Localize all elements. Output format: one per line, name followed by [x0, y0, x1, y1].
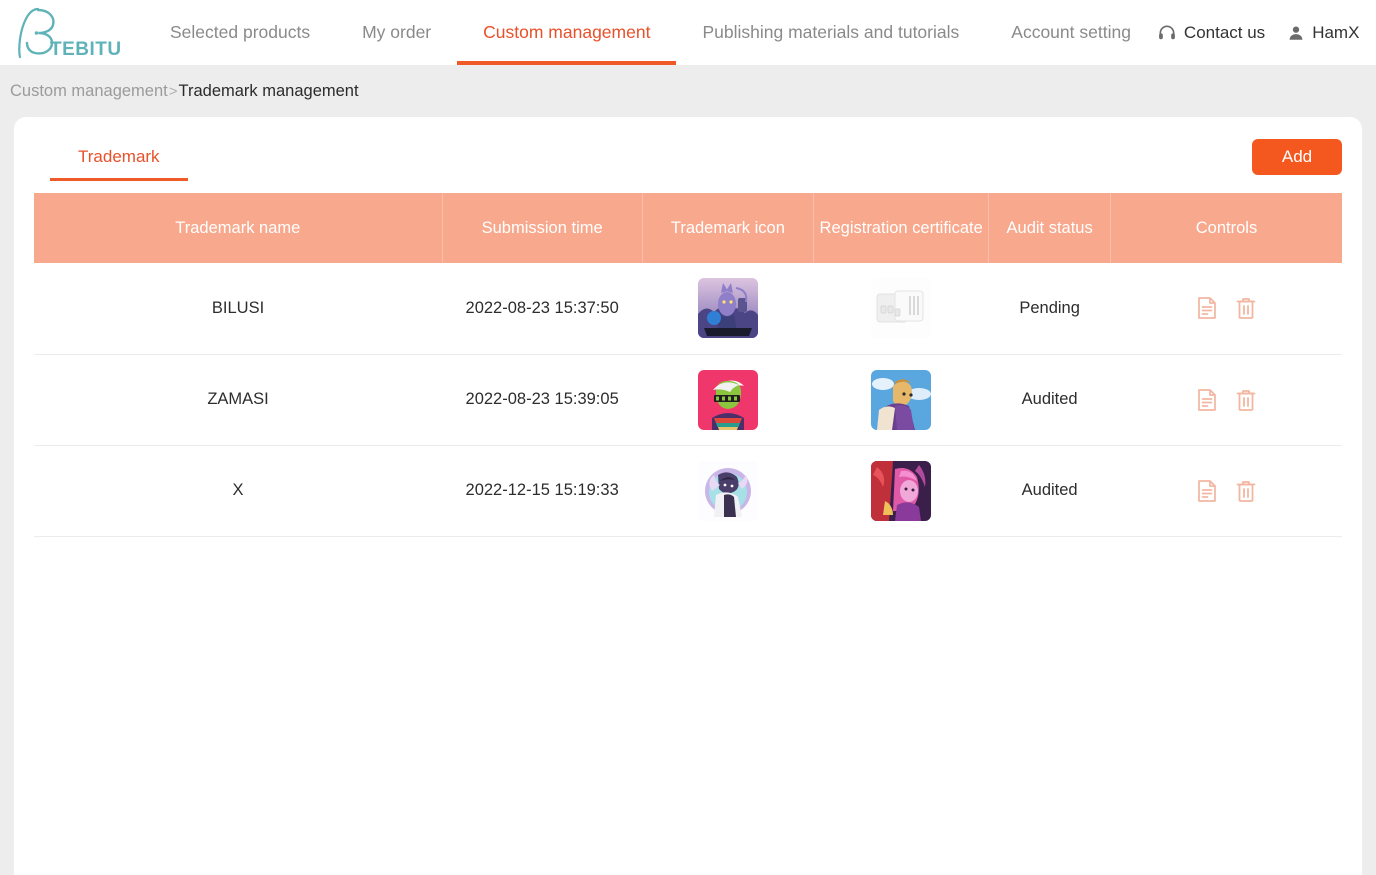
nav-item-account-setting[interactable]: Account setting [985, 0, 1157, 65]
trash-icon[interactable] [1235, 479, 1257, 503]
certificate-thumb-sky-character[interactable] [871, 370, 931, 430]
cell-controls [1110, 354, 1342, 445]
cell-controls [1110, 263, 1342, 354]
content-card: Trademark Add Trademark name Submission … [14, 117, 1362, 875]
certificate-thumb-white-adapter[interactable] [871, 278, 931, 338]
nav-label: Selected products [170, 22, 310, 43]
cell-audit-status: Audited [989, 354, 1111, 445]
cell-audit-status: Pending [989, 263, 1111, 354]
cell-trademark-name: BILUSI [34, 263, 442, 354]
svg-text:TEBITU: TEBITU [50, 39, 122, 60]
trademark-thumb-purple-figure[interactable] [698, 461, 758, 521]
cell-trademark-icon [642, 263, 813, 354]
cell-controls [1110, 445, 1342, 536]
table-header: Trademark name Submission time Trademark… [34, 193, 1342, 263]
nav-item-my-order[interactable]: My order [336, 0, 457, 65]
table-row: BILUSI 2022-08-23 15:37:50 [34, 263, 1342, 354]
cell-trademark-icon [642, 445, 813, 536]
column-header-audit-status: Audit status [989, 193, 1111, 263]
column-header-submission-time: Submission time [442, 193, 642, 263]
nav-item-selected-products[interactable]: Selected products [144, 0, 336, 65]
table-row: ZAMASI 2022-08-23 15:39:05 [34, 354, 1342, 445]
breadcrumb-current: Trademark management [179, 82, 359, 101]
document-icon[interactable] [1196, 479, 1218, 503]
user-icon [1287, 23, 1305, 43]
trademark-thumb-zamasu-pink[interactable] [698, 370, 758, 430]
cell-trademark-name: X [34, 445, 442, 536]
trash-icon[interactable] [1235, 388, 1257, 412]
table-header-row: Trademark name Submission time Trademark… [34, 193, 1342, 263]
document-icon[interactable] [1196, 388, 1218, 412]
user-account-button[interactable]: HamX [1287, 23, 1359, 43]
cell-submission-time: 2022-08-23 15:37:50 [442, 263, 642, 354]
nav-label: Account setting [1011, 22, 1131, 43]
nav-label: Publishing materials and tutorials [702, 22, 959, 43]
column-header-registration-certificate: Registration certificate [814, 193, 989, 263]
headset-icon [1157, 23, 1177, 43]
trademark-table: Trademark name Submission time Trademark… [34, 193, 1342, 537]
cell-submission-time: 2022-08-23 15:39:05 [442, 354, 642, 445]
breadcrumb: Custom management > Trademark management [0, 65, 1376, 117]
nav-item-publishing-materials[interactable]: Publishing materials and tutorials [676, 0, 985, 65]
tab-label: Trademark [78, 147, 160, 166]
nav-item-custom-management[interactable]: Custom management [457, 0, 676, 65]
table-row: X 2022-12-15 15:19:33 [34, 445, 1342, 536]
brand-logo[interactable]: TEBITU [0, 0, 130, 65]
nav-label: My order [362, 22, 431, 43]
nav-utility-group: Contact us HamX Exit [1157, 0, 1376, 65]
tab-bar: Trademark [34, 141, 188, 181]
cell-audit-status: Audited [989, 445, 1111, 536]
trademark-thumb-beerus[interactable] [698, 278, 758, 338]
card-header: Trademark Add [34, 117, 1342, 193]
add-button[interactable]: Add [1252, 139, 1342, 175]
column-header-trademark-name: Trademark name [34, 193, 442, 263]
cell-trademark-icon [642, 354, 813, 445]
breadcrumb-separator: > [169, 83, 178, 100]
contact-us-button[interactable]: Contact us [1157, 23, 1265, 43]
document-icon[interactable] [1196, 296, 1218, 320]
primary-nav-list: Selected products My order Custom manage… [130, 0, 1157, 65]
column-header-controls: Controls [1110, 193, 1342, 263]
table-body: BILUSI 2022-08-23 15:37:50 [34, 263, 1342, 536]
cell-trademark-name: ZAMASI [34, 354, 442, 445]
trash-icon[interactable] [1235, 296, 1257, 320]
cell-registration-certificate [814, 263, 989, 354]
tebitu-logo-icon: TEBITU [8, 5, 128, 61]
contact-us-label: Contact us [1184, 23, 1265, 43]
cell-registration-certificate [814, 445, 989, 536]
cell-registration-certificate [814, 354, 989, 445]
breadcrumb-parent[interactable]: Custom management [10, 82, 168, 101]
top-navigation-bar: TEBITU Selected products My order Custom… [0, 0, 1376, 65]
column-header-trademark-icon: Trademark icon [642, 193, 813, 263]
tab-trademark[interactable]: Trademark [50, 141, 188, 181]
cell-submission-time: 2022-12-15 15:19:33 [442, 445, 642, 536]
user-name-label: HamX [1312, 23, 1359, 43]
certificate-thumb-pink-battle[interactable] [871, 461, 931, 521]
nav-label: Custom management [483, 22, 650, 43]
